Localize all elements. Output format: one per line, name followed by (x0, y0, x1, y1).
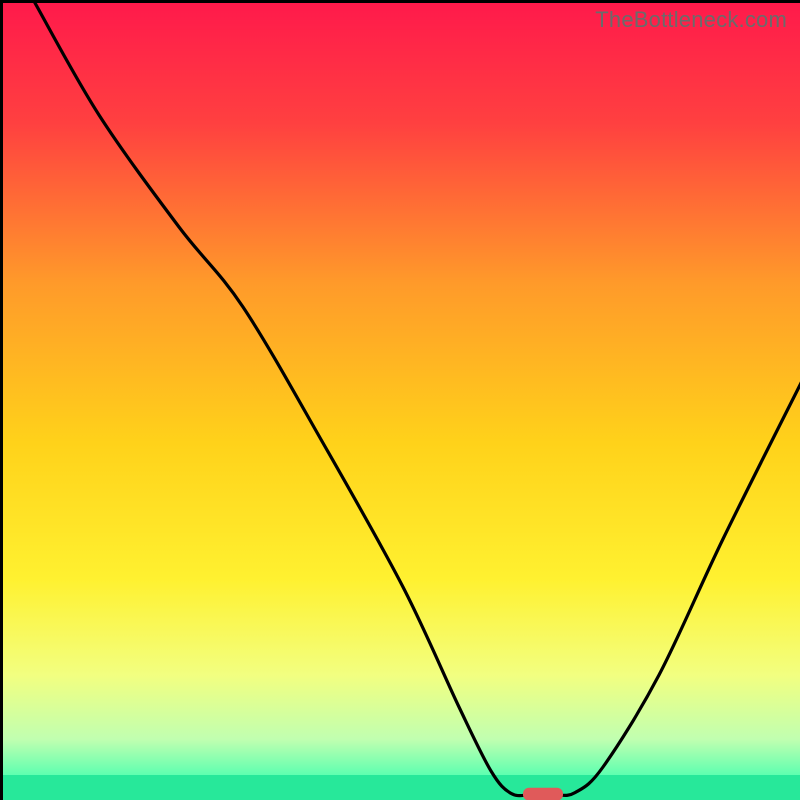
optimal-marker (523, 788, 563, 800)
bottleneck-chart (3, 3, 800, 800)
chart-frame: TheBottleneck.com (0, 0, 800, 800)
chart-background (3, 3, 800, 800)
chart-bottom-band (3, 775, 800, 800)
attribution-label: TheBottleneck.com (595, 7, 787, 33)
